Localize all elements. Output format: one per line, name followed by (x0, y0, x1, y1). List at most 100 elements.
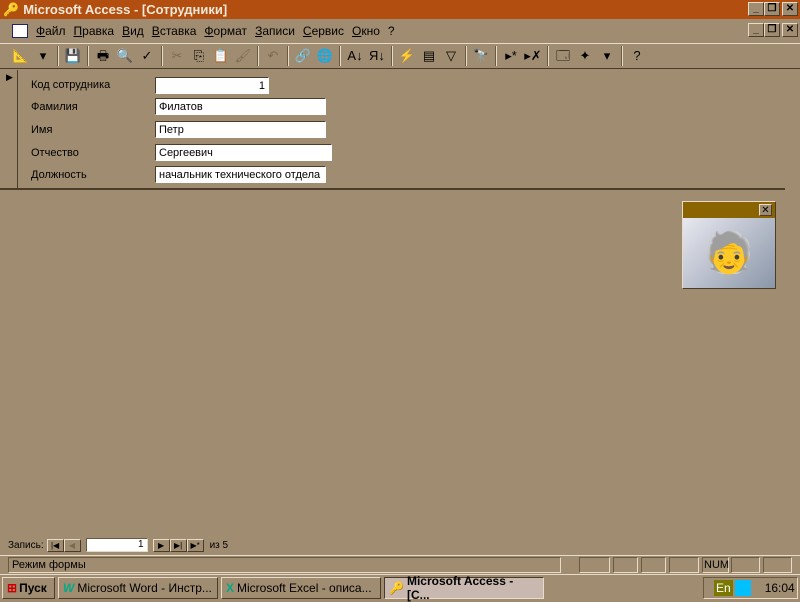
menu-insert[interactable]: Вставка (148, 24, 201, 38)
close-button[interactable]: ✕ (782, 2, 798, 16)
clock[interactable]: 16:04 (765, 581, 795, 595)
assistant-close-button[interactable]: ✕ (759, 204, 772, 216)
excel-icon: X (226, 580, 235, 595)
delete-record-icon[interactable]: ▸✗ (522, 45, 544, 67)
doc-close-button[interactable]: ✕ (782, 23, 798, 37)
status-panel-1 (579, 557, 610, 573)
menu-edit[interactable]: Правка (70, 24, 119, 38)
apply-filter-icon[interactable]: ▽ (440, 45, 462, 67)
status-panel-6 (731, 557, 760, 573)
cut-icon[interactable]: ✂ (166, 45, 188, 67)
toolbar-separator (257, 46, 259, 66)
menu-view[interactable]: Вид (118, 24, 148, 38)
sort-ascending-icon[interactable]: А↓ (344, 45, 366, 67)
access-key-icon: 🔑 (3, 1, 20, 17)
tray-app-icon[interactable] (734, 580, 751, 596)
menu-bar: Файл Правка Вид Вставка Формат Записи Се… (0, 19, 800, 42)
task-excel[interactable]: X Microsoft Excel - описа... (221, 576, 381, 599)
employee-id-field[interactable]: 1 (155, 77, 269, 94)
save-icon[interactable]: 💾 (62, 45, 84, 67)
next-record-button[interactable]: ▶ (152, 538, 170, 552)
label-first-name: Имя (31, 124, 53, 136)
menu-tools[interactable]: Сервис (299, 24, 348, 38)
copy-icon[interactable]: ⎘ (188, 45, 210, 67)
menu-help[interactable]: ? (384, 24, 399, 38)
last-name-field[interactable]: Филатов (155, 98, 326, 115)
menu-file[interactable]: Файл (32, 24, 70, 38)
system-tray: En 16:04 (703, 577, 798, 599)
first-record-button[interactable]: |◀ (46, 538, 64, 552)
toolbar-separator (621, 46, 623, 66)
last-record-button[interactable]: ▶| (169, 538, 187, 552)
sort-descending-icon[interactable]: Я↓ (366, 45, 388, 67)
status-text: Режим формы (8, 557, 561, 573)
toolbar-separator (339, 46, 341, 66)
hyperlink-icon[interactable]: 🔗 (292, 45, 314, 67)
toolbar-separator (161, 46, 163, 66)
find-icon[interactable]: 🔭 (470, 45, 492, 67)
patronymic-field[interactable]: Сергеевич (155, 144, 332, 161)
toolbar-separator (391, 46, 393, 66)
format-painter-icon[interactable]: 🖌 (232, 45, 254, 67)
filter-by-form-icon[interactable]: ▤ (418, 45, 440, 67)
num-lock-indicator: NUM (702, 557, 730, 573)
position-field[interactable]: начальник технического отдела (155, 166, 326, 183)
toolbar-separator (465, 46, 467, 66)
minimize-button[interactable]: _ (748, 2, 764, 16)
record-count: из 5 (209, 539, 229, 551)
status-panel-2 (613, 557, 638, 573)
new-record-icon[interactable]: ▸* (500, 45, 522, 67)
paste-icon[interactable]: 📋 (210, 45, 232, 67)
menu-format[interactable]: Формат (200, 24, 251, 38)
design-view-icon[interactable]: 📐 (10, 45, 32, 67)
current-record-arrow-icon: ▶ (6, 72, 13, 82)
doc-restore-button[interactable]: ❐ (764, 23, 780, 37)
spelling-icon[interactable]: ✓ (136, 45, 158, 67)
restore-button[interactable]: ❐ (764, 2, 780, 16)
toolbar-separator (87, 46, 89, 66)
task-access[interactable]: 🔑 Microsoft Access - [С... (384, 573, 544, 602)
toolbar-separator (287, 46, 289, 66)
office-assistant[interactable]: ✕ 🧓 (682, 201, 776, 289)
filter-by-selection-icon[interactable]: ⚡ (396, 45, 418, 67)
previous-record-button[interactable]: ◀ (63, 538, 81, 552)
word-icon: W (63, 580, 75, 595)
label-employee-id: Код сотрудника (31, 79, 111, 91)
toolbar-separator (547, 46, 549, 66)
task-word-label: Microsoft Word - Инстр... (77, 580, 212, 595)
windows-logo-icon: ⊞ (7, 580, 18, 595)
start-button[interactable]: ⊞ Пуск (2, 576, 55, 599)
status-panel-3 (641, 557, 666, 573)
web-toolbar-icon[interactable]: 🌐 (314, 45, 336, 67)
toolbar-separator (495, 46, 497, 66)
task-word[interactable]: W Microsoft Word - Инстр... (58, 576, 218, 599)
new-object-icon[interactable]: ✦ (574, 45, 596, 67)
status-panel-7 (763, 557, 792, 573)
label-last-name: Фамилия (31, 101, 78, 113)
start-label: Пуск (19, 580, 47, 595)
help-icon[interactable]: ? (626, 45, 648, 67)
record-selector[interactable]: ▶ (2, 70, 18, 188)
new-record-button[interactable]: ▶* (186, 538, 204, 552)
menu-window[interactable]: Окно (348, 24, 384, 38)
menu-records[interactable]: Записи (251, 24, 299, 38)
taskbar: ⊞ Пуск W Microsoft Word - Инстр... X Micros… (0, 573, 800, 602)
first-name-field[interactable]: Петр (155, 121, 326, 138)
label-position: Должность (31, 169, 87, 181)
task-excel-label: Microsoft Excel - описа... (237, 580, 372, 595)
dropdown-icon[interactable]: ▾ (596, 45, 618, 67)
label-patronymic: Отчество (31, 147, 79, 159)
print-icon[interactable]: 🖶 (92, 45, 114, 67)
print-preview-icon[interactable]: 🔍 (114, 45, 136, 67)
undo-icon[interactable]: ↶ (262, 45, 284, 67)
document-icon[interactable] (12, 23, 28, 38)
window-title: Microsoft Access - [Сотрудники] (23, 2, 228, 17)
task-access-label: Microsoft Access - [С... (406, 573, 514, 602)
language-indicator[interactable]: En (714, 580, 733, 596)
record-number-input[interactable]: 1 (85, 538, 148, 552)
database-window-icon[interactable]: 🗔 (552, 45, 574, 67)
doc-minimize-button[interactable]: _ (748, 23, 764, 37)
dropdown-icon[interactable]: ▾ (32, 45, 54, 67)
status-panel-4 (669, 557, 699, 573)
title-bar: 🔑 Microsoft Access - [Сотрудники] _ ❐ ✕ (0, 0, 800, 19)
